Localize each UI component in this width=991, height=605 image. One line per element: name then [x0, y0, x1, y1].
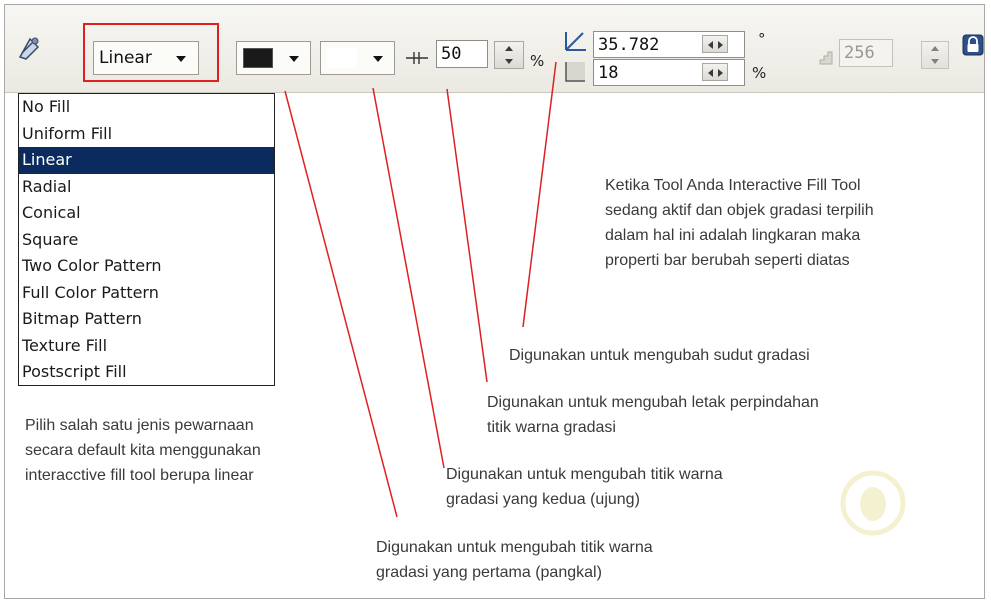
- note-line: sedang aktif dan objek gradasi terpilih: [605, 202, 874, 219]
- note-line: gradasi yang kedua (ujung): [446, 491, 640, 508]
- leader-from-color: [284, 90, 398, 518]
- note-line: dalam hal ini adalah lingkaran maka: [605, 227, 861, 244]
- leader-to-color: [372, 87, 445, 469]
- note-line: Digunakan untuk mengubah letak perpindah…: [487, 394, 819, 411]
- note-context: Ketika Tool Anda Interactive Fill Tool s…: [605, 173, 874, 273]
- note-line: secara default kita menggunakan: [25, 442, 261, 459]
- note-line: Digunakan untuk mengubah sudut gradasi: [509, 347, 810, 364]
- note-edge-pad: Digunakan untuk mengubah letak perpindah…: [487, 390, 819, 440]
- note-to-color: Digunakan untuk mengubah titik warna gra…: [446, 462, 723, 512]
- note-angle: Digunakan untuk mengubah sudut gradasi: [509, 343, 810, 368]
- note-fill-type: Pilih salah satu jenis pewarnaan secara …: [25, 413, 261, 488]
- note-line: Ketika Tool Anda Interactive Fill Tool: [605, 177, 861, 194]
- note-line: gradasi yang pertama (pangkal): [376, 564, 602, 581]
- note-line: Digunakan untuk mengubah titik warna: [446, 466, 723, 483]
- note-line: Digunakan untuk mengubah titik warna: [376, 539, 653, 556]
- note-line: interacctive fill tool berupa linear: [25, 467, 254, 484]
- note-line: Pilih salah satu jenis pewarnaan: [25, 417, 254, 434]
- note-from-color: Digunakan untuk mengubah titik warna gra…: [376, 535, 653, 585]
- note-line: properti bar berubah seperti diatas: [605, 252, 850, 269]
- watermark-logo: [840, 470, 906, 536]
- leader-edge-pad: [446, 88, 488, 383]
- note-line: titik warna gradasi: [487, 419, 616, 436]
- leader-angle: [522, 61, 557, 328]
